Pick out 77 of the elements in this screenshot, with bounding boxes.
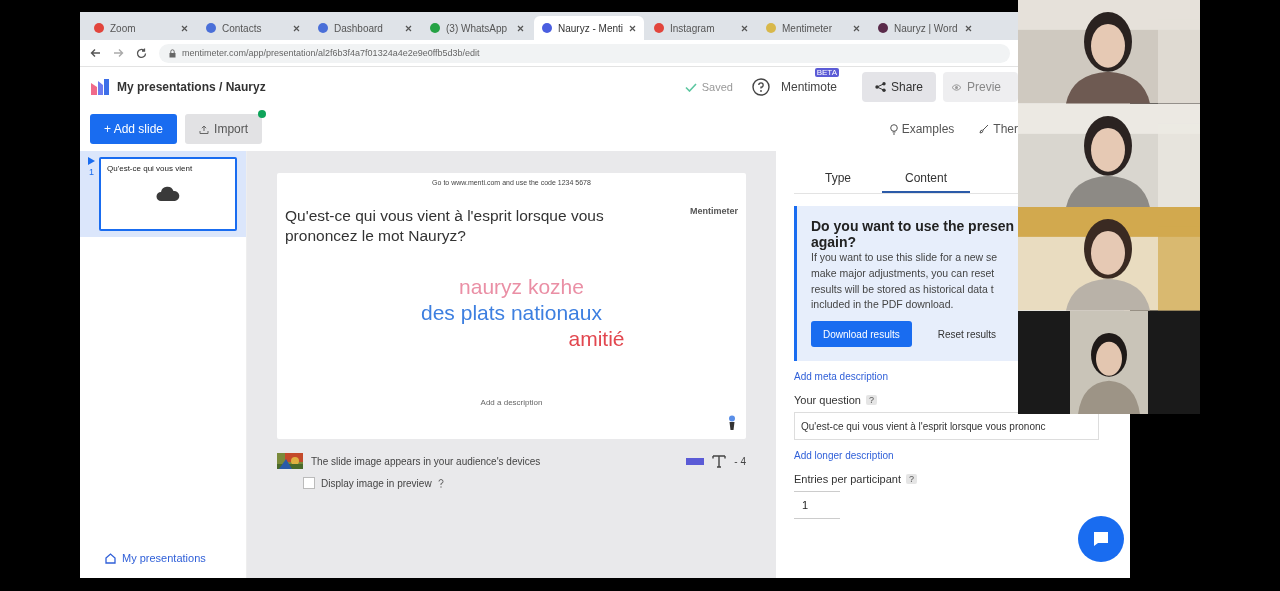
browser-tab[interactable]: Mentimeter xyxy=(758,16,868,40)
text-icon[interactable] xyxy=(712,454,727,468)
notice-text: If you want to use this slide for a new se xyxy=(811,250,999,265)
help-badge[interactable]: ? xyxy=(865,395,877,405)
longer-description-link[interactable]: Add longer description xyxy=(794,450,894,461)
cloud-icon xyxy=(156,185,180,203)
slide-number: 1 xyxy=(89,167,94,177)
themes-link[interactable]: Ther xyxy=(979,122,1018,136)
notice-text: included in the PDF download. xyxy=(811,297,955,313)
close-icon[interactable] xyxy=(293,24,300,32)
panel-tab[interactable]: Content xyxy=(882,165,970,193)
field-label: Entries per participant xyxy=(794,473,901,485)
saved-status: Saved xyxy=(684,81,733,93)
close-icon[interactable] xyxy=(965,24,972,32)
help-badge[interactable]: ? xyxy=(906,474,917,484)
back-icon[interactable] xyxy=(90,48,101,58)
image-caption: The slide image appears in your audience's devices xyxy=(311,455,541,467)
lock-icon xyxy=(169,48,176,58)
browser-tab[interactable]: Instagram xyxy=(646,16,756,40)
help-icon[interactable] xyxy=(751,78,770,96)
cloud-word: nauryz kozhe xyxy=(459,274,584,300)
chat-icon xyxy=(1092,530,1110,548)
browser-tab[interactable]: Contacts xyxy=(198,16,308,40)
notification-dot xyxy=(258,110,267,118)
notice-text: make major adjustments, you can reset xyxy=(811,265,996,281)
brush-icon xyxy=(979,124,990,134)
close-icon[interactable] xyxy=(853,24,860,32)
entries-field[interactable]: 1 xyxy=(794,491,840,519)
slide-footer: Add a description xyxy=(285,398,738,407)
mentimote-link[interactable]: Mentimote xyxy=(780,80,837,94)
person-icon xyxy=(728,415,736,431)
slide-question: Qu'est-ce qui vous vient à l'esprit lorsque vous prononcez le mot Nauryz? xyxy=(285,206,605,247)
notice-title: again? xyxy=(811,234,858,250)
chat-button[interactable] xyxy=(1078,516,1124,562)
checkbox-label: Display image in preview xyxy=(321,477,432,489)
examples-link[interactable]: Examples xyxy=(889,122,955,136)
check-icon xyxy=(684,82,697,92)
share-icon xyxy=(875,82,886,92)
close-icon[interactable] xyxy=(629,24,636,32)
breadcrumb[interactable]: My presentations / Nauryz xyxy=(117,80,266,94)
slide-list-item[interactable]: 1 Qu'est-ce qui vous vient xyxy=(80,151,246,237)
share-button[interactable]: Share xyxy=(862,72,936,102)
cloud-word: amitié xyxy=(568,325,625,352)
close-icon[interactable] xyxy=(181,24,188,32)
beta-badge: BETA xyxy=(814,68,839,77)
reload-icon[interactable] xyxy=(136,47,147,59)
checkbox[interactable] xyxy=(303,477,315,489)
logo-icon xyxy=(90,78,110,96)
close-icon[interactable] xyxy=(741,24,748,32)
field-label: Your question xyxy=(794,394,861,406)
close-icon[interactable] xyxy=(405,24,412,32)
home-icon xyxy=(105,552,116,564)
cloud-word: des plats nationaux xyxy=(421,299,602,326)
notice-text: results will be stored as historical data t xyxy=(811,281,995,297)
notice-title: Do you want to use the presen xyxy=(811,218,1016,234)
address-bar[interactable]: mentimeter.com/app/presentation/al2f6b3f4a7f01324a4e2e9e0ffb5d3b/edit xyxy=(159,43,1010,63)
thumbnail-title: Qu'est-ce qui vous vient xyxy=(107,164,193,173)
eye-icon xyxy=(951,82,962,92)
close-icon[interactable] xyxy=(517,24,524,32)
browser-tab[interactable]: Dashboard xyxy=(310,16,420,40)
layout-chip[interactable] xyxy=(686,457,705,465)
meta-description-link[interactable]: Add meta description xyxy=(794,371,888,382)
add-slide-button[interactable]: + Add slide xyxy=(90,114,178,144)
browser-tab[interactable]: Nauryz | Word xyxy=(870,16,980,40)
slide-thumbnail[interactable]: Qu'est-ce qui vous vient xyxy=(99,157,237,231)
count-label: - 4 xyxy=(734,455,746,467)
panel-tab[interactable]: Type xyxy=(794,165,882,193)
download-results-button[interactable]: Download results xyxy=(811,321,912,347)
reset-results-button[interactable]: Reset results xyxy=(931,327,1003,341)
play-icon xyxy=(88,157,95,165)
lightbulb-icon xyxy=(889,123,898,135)
browser-tab[interactable]: (3) WhatsApp xyxy=(422,16,532,40)
brand-label: Mentimeter xyxy=(690,206,738,218)
browser-tab[interactable]: Zoom xyxy=(86,16,196,40)
upload-icon xyxy=(199,124,210,134)
browser-tab[interactable]: Nauryz - Menti xyxy=(534,16,644,40)
my-presentations-link[interactable]: My presentations xyxy=(80,552,246,578)
